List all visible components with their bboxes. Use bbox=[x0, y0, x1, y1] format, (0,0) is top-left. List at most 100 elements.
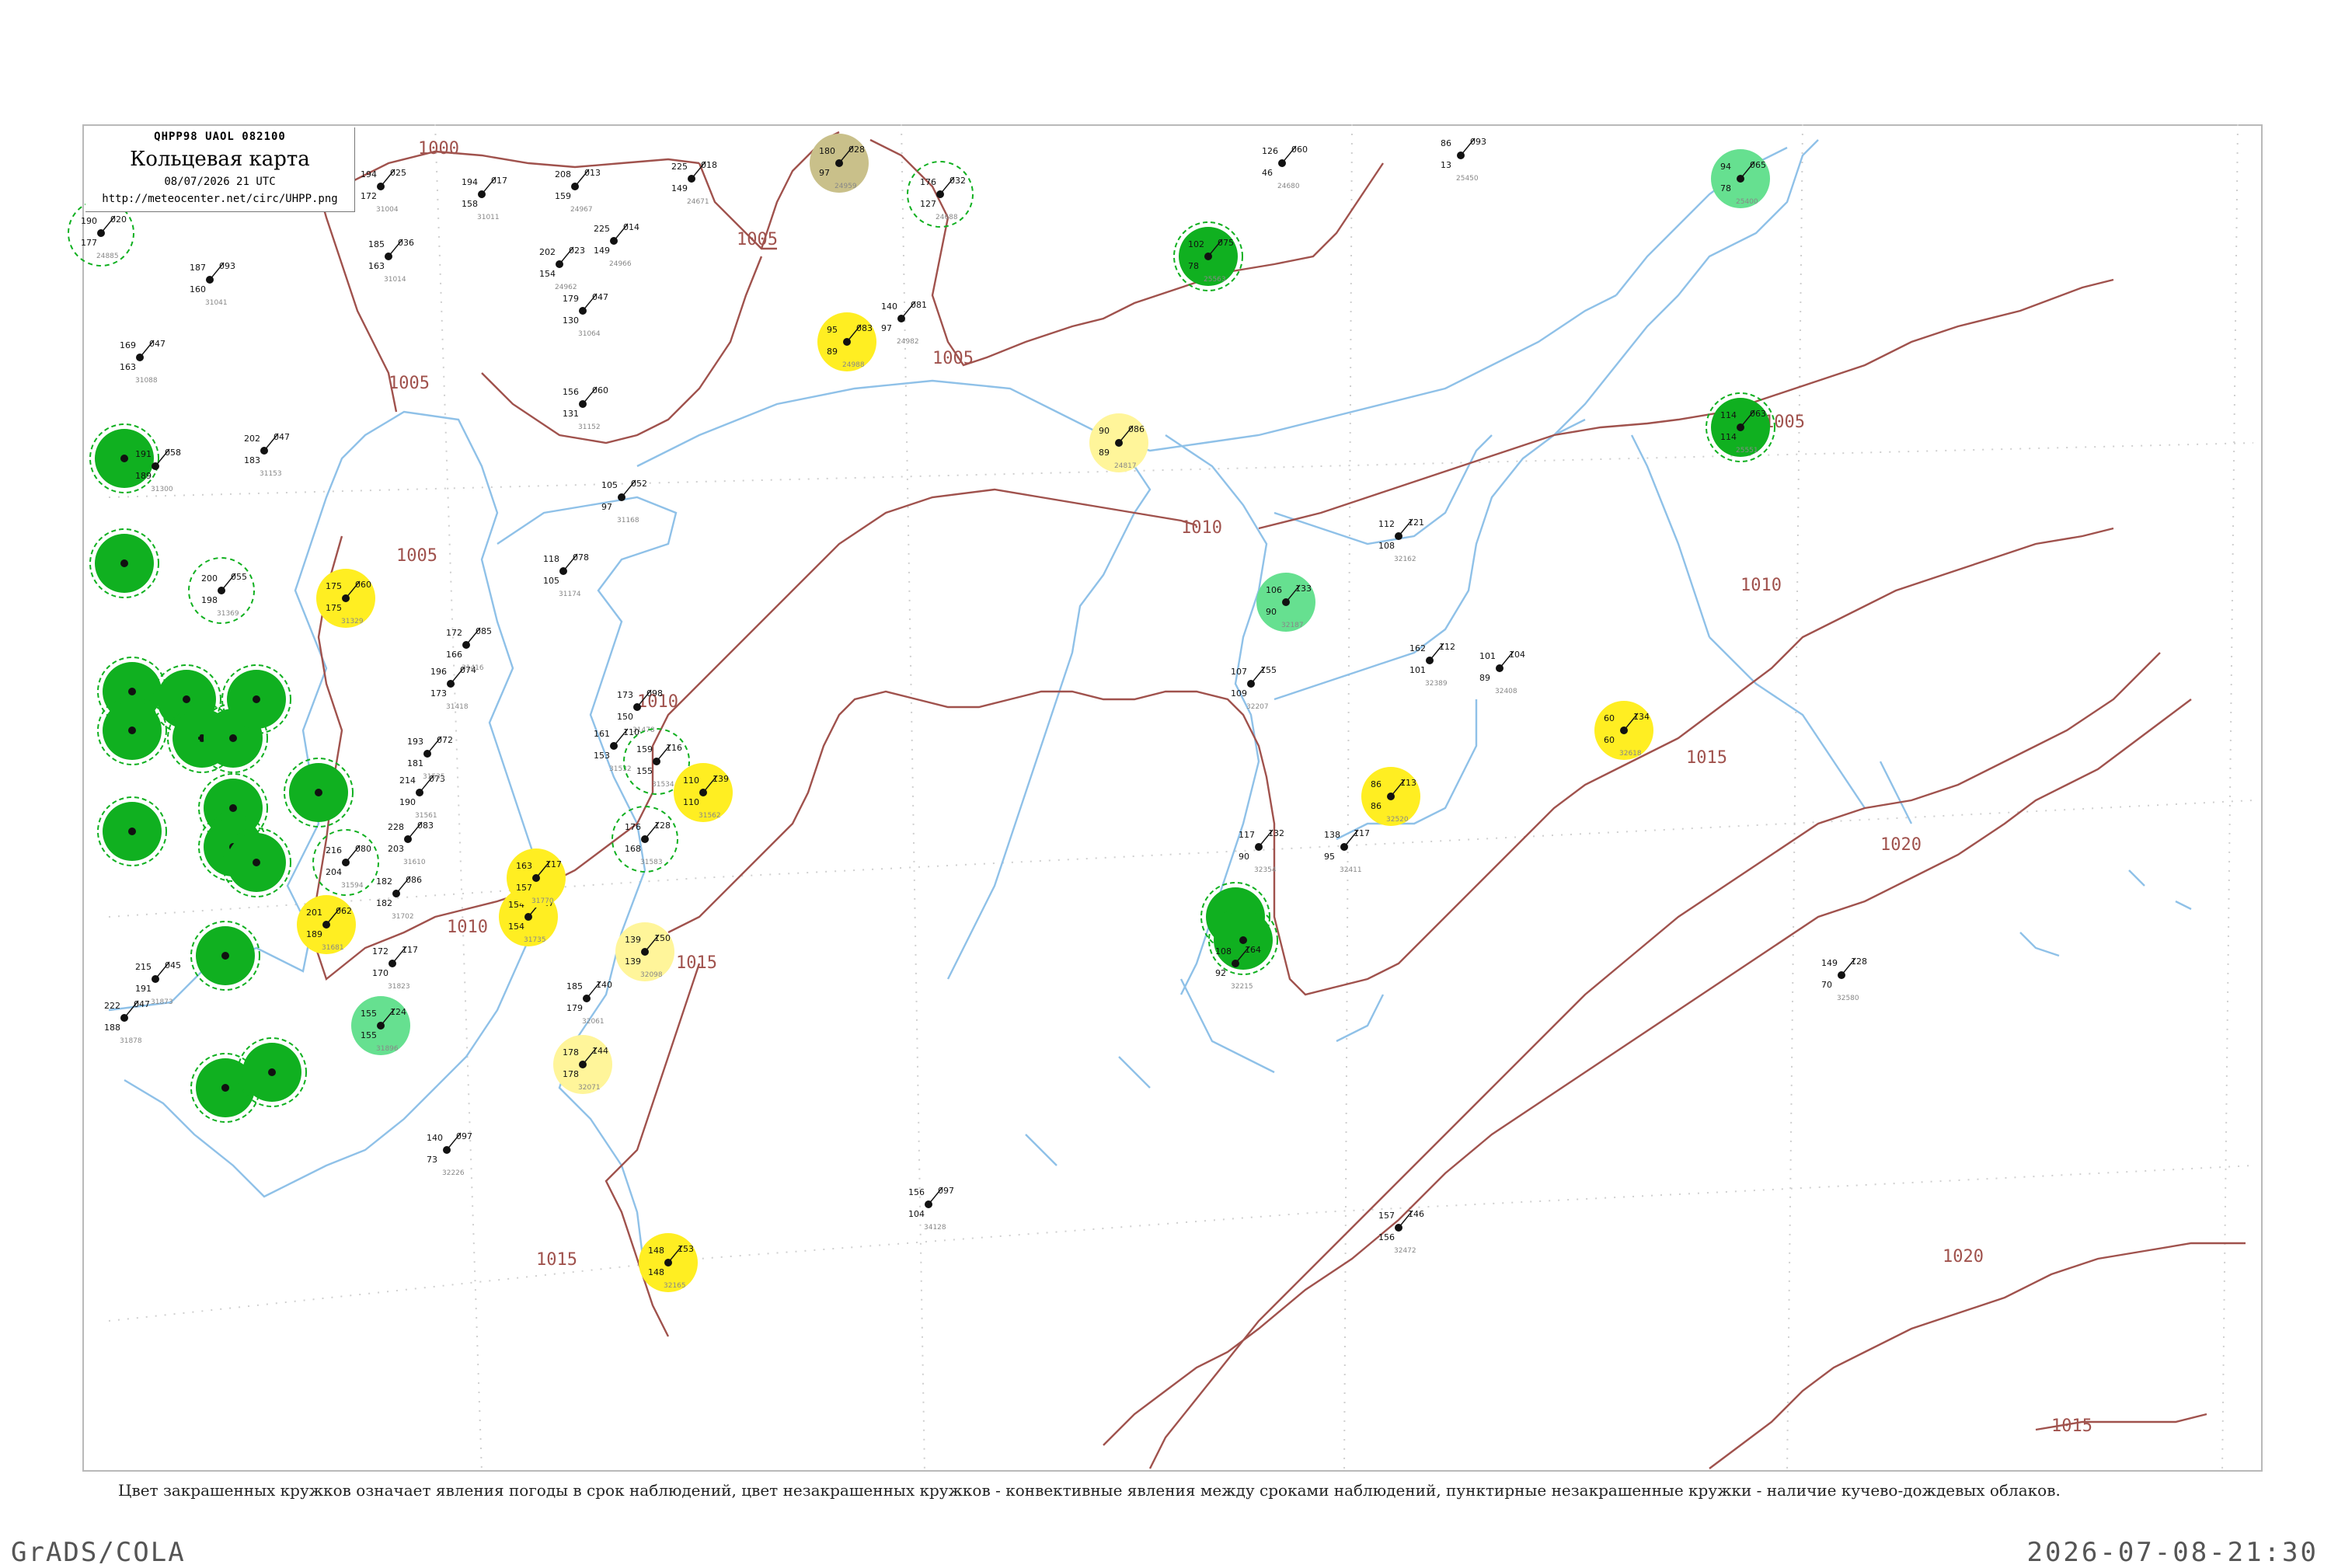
footer-software: GrADS/COLA bbox=[11, 1537, 186, 1568]
station-id: 32071 bbox=[578, 1084, 601, 1092]
map-url: http://meteocenter.net/circ/UHPP.png bbox=[102, 193, 338, 205]
station-value-c: 90 bbox=[1239, 852, 1249, 862]
station-value-c: 166 bbox=[446, 650, 462, 660]
station-value-b: 134 bbox=[1633, 712, 1650, 722]
station-value-b: 104 bbox=[1509, 650, 1525, 660]
station-value-b: 128 bbox=[1851, 956, 1867, 967]
station-value-c: 156 bbox=[1378, 1232, 1395, 1242]
isobar-label: 1015 bbox=[676, 953, 717, 973]
station-value-b: 013 bbox=[584, 168, 601, 178]
station-value-c: 172 bbox=[361, 191, 377, 201]
station-value-a: 228 bbox=[388, 822, 404, 832]
station-value-c: 97 bbox=[601, 502, 612, 512]
station-id: 24988 bbox=[842, 361, 865, 369]
station-value-c: 148 bbox=[648, 1267, 664, 1277]
weather-circle bbox=[221, 664, 291, 734]
station-marker: 200 055 198 31369 bbox=[188, 557, 255, 624]
station-value-b: 086 bbox=[1128, 424, 1145, 434]
station-value-c: 89 bbox=[827, 347, 838, 357]
station-value-c: 86 bbox=[1371, 801, 1382, 811]
station-value-c: 188 bbox=[104, 1023, 120, 1033]
station-value-b: 097 bbox=[938, 1186, 954, 1196]
stations-layer: 190 020 177 24885 194 025 172 31004 194 017 158 310… bbox=[68, 134, 1867, 1292]
station-value-a: 118 bbox=[543, 554, 559, 564]
isobar-label: 1015 bbox=[1686, 748, 1727, 768]
station-value-c: 177 bbox=[81, 238, 97, 248]
station-id: 32215 bbox=[1231, 983, 1253, 991]
station-id: 31702 bbox=[392, 913, 414, 921]
station-id: 32061 bbox=[582, 1018, 605, 1026]
station-id: 31004 bbox=[376, 206, 399, 214]
bulletin-code: QHPP98 UAOL 082100 bbox=[154, 131, 286, 143]
station-value-a: 175 bbox=[326, 581, 342, 591]
station-value-a: 216 bbox=[326, 845, 342, 855]
station-id: 25450 bbox=[1456, 175, 1479, 183]
station-value-c: 70 bbox=[1821, 980, 1832, 990]
station-value-b: 140 bbox=[596, 980, 612, 990]
station-marker: 182 08618231702 bbox=[376, 875, 422, 921]
map-datetime: 08/07/2026 21 UTC bbox=[164, 176, 276, 188]
station-id: 24966 bbox=[609, 260, 632, 268]
isobar-label: 1005 bbox=[396, 546, 437, 566]
station-value-a: 208 bbox=[555, 169, 571, 179]
synoptic-map: 1000 1005 1005 1005 1005 1005 1010 1010 … bbox=[68, 124, 2254, 1472]
station-marker: 102 075 78 25563 bbox=[1173, 221, 1243, 291]
station-value-b: 112 bbox=[1439, 642, 1455, 652]
station-value-c: 190 bbox=[399, 797, 416, 807]
station-id: 31532 bbox=[609, 765, 632, 773]
station-value-a: 202 bbox=[244, 434, 260, 444]
weather-circle bbox=[221, 828, 291, 897]
station-value-b: 117 bbox=[545, 859, 562, 869]
station-id: 31823 bbox=[388, 983, 410, 991]
station-marker: 185 140 179 32061 bbox=[566, 980, 612, 1026]
station-value-b: 121 bbox=[1408, 517, 1424, 528]
station-id: 31011 bbox=[477, 214, 500, 221]
station-value-c: 89 bbox=[1479, 673, 1490, 683]
station-marker: 140 081 97 24982 bbox=[881, 300, 927, 346]
station-id: 24688 bbox=[936, 214, 958, 221]
station-value-c: 153 bbox=[594, 751, 610, 761]
station-value-b: 058 bbox=[165, 448, 181, 458]
station-id: 31168 bbox=[617, 517, 639, 524]
station-id: 32354 bbox=[1254, 866, 1277, 874]
isobar-label: 1010 bbox=[447, 918, 488, 937]
isobar-label: 1010 bbox=[1740, 576, 1782, 595]
station-value-a: 112 bbox=[1378, 519, 1395, 529]
station-value-c: 155 bbox=[361, 1030, 377, 1040]
station-value-a: 139 bbox=[625, 935, 641, 945]
station-value-a: 214 bbox=[399, 775, 416, 786]
station-value-b: 150 bbox=[654, 933, 671, 943]
station-value-c: 110 bbox=[683, 797, 699, 807]
station-value-b: 060 bbox=[592, 385, 608, 395]
station-value-c: 154 bbox=[539, 269, 556, 279]
station-value-b: 113 bbox=[1400, 778, 1416, 788]
station-marker: 202 047 18331153 bbox=[244, 432, 290, 478]
station-value-b: 055 bbox=[231, 572, 247, 582]
isobars bbox=[309, 131, 2246, 1469]
station-value-a: 173 bbox=[617, 690, 633, 700]
station-id: 25563 bbox=[1204, 276, 1226, 284]
station-value-a: 60 bbox=[1604, 713, 1615, 723]
station-value-a: 106 bbox=[1266, 585, 1282, 595]
station-value-a: 182 bbox=[376, 876, 392, 887]
station-id: 31610 bbox=[403, 859, 426, 866]
station-id: 24959 bbox=[834, 183, 857, 190]
station-value-c: 189 bbox=[135, 471, 152, 481]
station-id: 31562 bbox=[699, 812, 721, 820]
isobar-label: 1010 bbox=[1181, 518, 1222, 538]
station-marker: 86 093 13 25450 bbox=[1441, 137, 1486, 183]
station-value-a: 86 bbox=[1441, 138, 1451, 148]
station-id: 31583 bbox=[640, 859, 663, 866]
station-marker: 101 104 89 32408 bbox=[1479, 650, 1525, 695]
station-value-b: 014 bbox=[623, 222, 639, 232]
station-value-b: 155 bbox=[1260, 665, 1277, 675]
station-id: 24967 bbox=[570, 206, 593, 214]
station-id: 25400 bbox=[1736, 198, 1758, 206]
station-value-b: 093 bbox=[1470, 137, 1486, 147]
station-value-b: 144 bbox=[592, 1046, 608, 1056]
station-value-a: 86 bbox=[1371, 779, 1382, 789]
station-value-b: 020 bbox=[110, 214, 127, 225]
station-value-b: 083 bbox=[417, 821, 434, 831]
station-value-a: 149 bbox=[1821, 958, 1838, 968]
weather-circle bbox=[89, 528, 159, 598]
